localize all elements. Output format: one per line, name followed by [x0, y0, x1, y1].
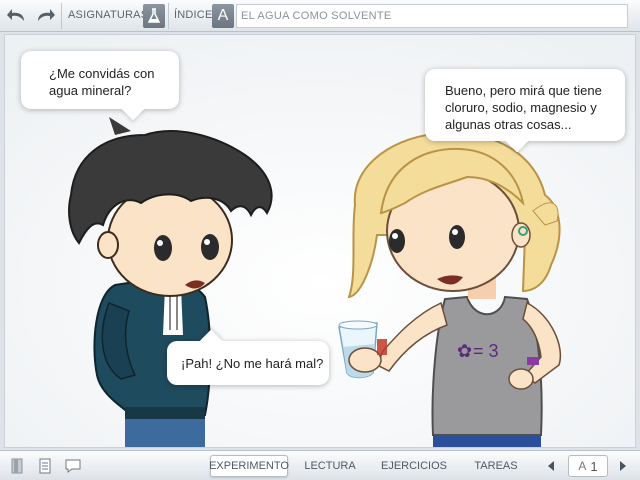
shirt-text: = 3: [473, 341, 499, 361]
undo-icon: [7, 9, 24, 21]
bubble-girl-text: Bueno, pero mirá que tiene cloruro, sodi…: [445, 83, 602, 132]
speech-bubble-boy-top: ¿Me convidás con agua mineral?: [21, 51, 179, 121]
subjects-button[interactable]: ASIGNATURAS: [68, 9, 148, 21]
toolbar-divider: [168, 3, 169, 29]
page-number: 1: [590, 458, 598, 474]
bottom-toolbar: EXPERIMENTO LECTURA EJERCICIOS TAREAS A …: [0, 450, 640, 480]
bookmark-icon: [11, 458, 23, 474]
previous-page-button[interactable]: [546, 456, 556, 476]
flask-glyph: [147, 8, 161, 23]
bubble-boy-bottom-text: ¡Pah! ¿No me hará mal?: [181, 356, 324, 371]
top-toolbar: ASIGNATURAS ÍNDICE A EL AGUA COMO SOLVEN…: [0, 0, 640, 32]
document-icon: [39, 458, 51, 474]
page-indicator[interactable]: A 1: [568, 455, 608, 477]
undo-button[interactable]: [4, 3, 30, 29]
notes-button[interactable]: [34, 455, 56, 477]
bubble-boy-top-text: ¿Me convidás con agua mineral?: [49, 66, 155, 98]
page-letter: A: [578, 459, 587, 473]
flask-icon[interactable]: [143, 4, 165, 28]
index-button[interactable]: ÍNDICE: [174, 9, 212, 21]
bookmark-button[interactable]: [6, 455, 28, 477]
triangle-left-icon: [548, 461, 554, 471]
redo-button[interactable]: [32, 3, 58, 29]
triangle-right-icon: [620, 461, 626, 471]
font-size-icon[interactable]: A: [212, 4, 234, 28]
unit-title: EL AGUA COMO SOLVENTE: [241, 10, 392, 22]
tab-lectura[interactable]: LECTURA: [300, 455, 360, 477]
unit-title-field: EL AGUA COMO SOLVENTE: [236, 4, 628, 28]
comments-button[interactable]: [62, 455, 84, 477]
speech-bubble-icon: [65, 459, 81, 473]
speech-bubble-boy-bottom: ¡Pah! ¿No me hará mal?: [167, 329, 329, 385]
toolbar-divider: [61, 3, 62, 29]
shirt-logo: ✿: [457, 341, 472, 361]
redo-icon: [38, 9, 55, 21]
comic-stage: ✿ = 3 ¿Me convidás con agua mineral? Bue…: [4, 34, 636, 448]
speech-bubble-girl: Bueno, pero mirá que tiene cloruro, sodi…: [425, 69, 625, 153]
tab-experimento[interactable]: EXPERIMENTO: [209, 455, 289, 477]
next-page-button[interactable]: [618, 456, 628, 476]
font-size-letter: A: [217, 7, 229, 24]
tab-ejercicios[interactable]: EJERCICIOS: [376, 455, 452, 477]
app-window: ASIGNATURAS ÍNDICE A EL AGUA COMO SOLVEN…: [0, 0, 640, 480]
tab-tareas[interactable]: TAREAS: [468, 455, 524, 477]
